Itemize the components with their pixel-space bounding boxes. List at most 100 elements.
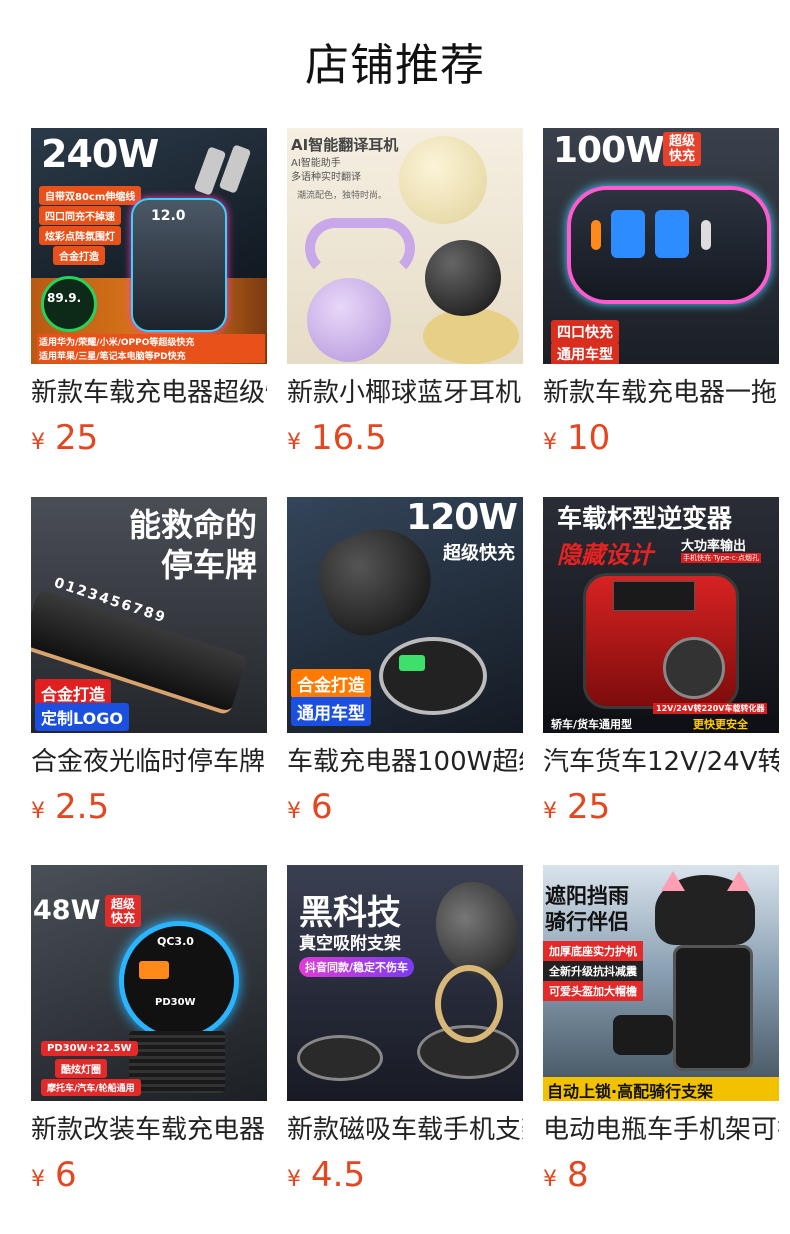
earbud-case-black — [425, 240, 501, 316]
charger-display: 12.0 — [151, 208, 186, 224]
ring-label: QC3.0 — [157, 935, 194, 948]
product-image-subhead: 隐藏设计 — [557, 541, 653, 569]
product-price: ¥ 8 — [543, 1155, 779, 1195]
product-name[interactable]: 新款车载充电器超级快充 — [31, 376, 267, 410]
product-card-socket-48w[interactable]: 48W 超级 快充 QC3.0 PD30W PD30W+22.5W 酷炫灯圈 摩… — [31, 865, 267, 1195]
product-image-headline: AI智能翻译耳机 — [291, 136, 399, 154]
product-card-charger-240w[interactable]: 240W 自带双80cm伸缩线 四口同充不掉速 炫彩点阵氛围灯 合金打造 89.… — [31, 128, 267, 458]
image-band: 12V/24V转220V车载转化器 — [653, 703, 768, 714]
product-image[interactable]: 48W 超级 快充 QC3.0 PD30W PD30W+22.5W 酷炫灯圈 摩… — [31, 865, 267, 1101]
product-image[interactable]: 遮阳挡雨 骑行伴侣 加厚底座实力护机 全新升级抗抖减震 可爱头盔加大帽檐 自动上… — [543, 865, 779, 1101]
product-image-headline: 黑科技 — [299, 893, 401, 933]
speed-badge: 超级 快充 — [105, 895, 142, 927]
page-title: 店铺推荐 — [305, 40, 485, 91]
product-image[interactable]: 能救命的 停车牌 0123456789 合金打造 定制LOGO — [31, 497, 267, 733]
store-recommendation-page: 店铺推荐 240W 自带双80cm伸缩线 四口同充不掉速 炫彩点阵氛围灯 合金打… — [0, 0, 790, 1234]
usb-port — [655, 210, 689, 258]
product-image[interactable]: AI智能翻译耳机 AI智能助手 多语种实时翻译 潮流配色，独特时尚。 — [287, 128, 523, 364]
product-name[interactable]: 电动电瓶车手机架可折 — [543, 1113, 779, 1147]
product-image-headline: 能救命的 停车牌 — [129, 505, 257, 585]
headline-line: 停车牌 — [160, 546, 257, 584]
product-card-earbuds[interactable]: AI智能翻译耳机 AI智能助手 多语种实时翻译 潮流配色，独特时尚。 新款小椰球… — [287, 128, 523, 458]
product-image-subhead: 真空吸附支架 — [299, 934, 401, 954]
earbud-case-cream — [399, 136, 487, 224]
image-tag: 加厚底座实力护机 — [543, 941, 643, 961]
mount-base — [297, 1035, 383, 1081]
price-value: 25 — [55, 418, 99, 458]
currency-symbol: ¥ — [287, 1167, 301, 1192]
product-name[interactable]: 汽车货车12V/24V转 — [543, 745, 779, 779]
product-image-headline: 120W — [406, 497, 518, 538]
image-tag: 定制LOGO — [35, 703, 129, 731]
image-tag: 自带双80cm伸缩线 — [39, 186, 142, 205]
price-value: 10 — [567, 418, 611, 458]
image-footer-line: 适用华为/荣耀/小米/OPPO等超级快充 — [37, 334, 265, 349]
ring-label: PD30W — [155, 997, 196, 1008]
product-image[interactable]: 240W 自带双80cm伸缩线 四口同充不掉速 炫彩点阵氛围灯 合金打造 89.… — [31, 128, 267, 364]
price-value: 2.5 — [55, 787, 110, 827]
product-image[interactable]: 100W 超级 快充 四口快充 通用车型 — [543, 128, 779, 364]
headline-line: 能救命的 — [128, 506, 257, 544]
product-name[interactable]: 新款磁吸车载手机支架 — [287, 1113, 523, 1147]
speed-badge: 超级 快充 — [663, 132, 702, 166]
product-image-headline: 48W — [33, 895, 101, 926]
cat-ear — [661, 871, 685, 891]
cat-ear — [727, 871, 751, 891]
image-footer-left: 轿车/货车通用型 — [551, 718, 633, 731]
image-side-text: 大功率输出 — [681, 539, 747, 554]
product-name[interactable]: 新款小椰球蓝牙耳机 — [287, 376, 523, 410]
image-caption: 潮流配色，独特时尚。 — [297, 191, 388, 201]
image-subline: AI智能助手 — [291, 158, 341, 169]
product-name[interactable]: 新款车载充电器一拖 — [543, 376, 779, 410]
image-footer-line: 适用苹果/三星/笔记本电脑等PD快充 — [37, 348, 265, 363]
price-value: 8 — [567, 1155, 589, 1195]
product-image-headline: 100W — [553, 130, 665, 171]
headline-line: 遮阳挡雨 — [545, 884, 629, 908]
product-price: ¥ 10 — [543, 418, 779, 458]
product-name[interactable]: 新款改装车载充电器 — [31, 1113, 267, 1147]
image-tag: 四口同充不掉速 — [39, 206, 121, 225]
currency-symbol: ¥ — [31, 430, 45, 455]
currency-symbol: ¥ — [543, 1167, 557, 1192]
product-image-headline: 240W — [41, 132, 159, 176]
image-side-small: 手机快充·Type-c·点烟孔 — [681, 553, 761, 563]
handlebar-switch — [613, 1015, 673, 1055]
price-value: 6 — [311, 787, 333, 827]
product-card-bike-phone-holder[interactable]: 遮阳挡雨 骑行伴侣 加厚底座实力护机 全新升级抗抖减震 可爱头盔加大帽檐 自动上… — [543, 865, 779, 1195]
usb-port — [139, 961, 169, 979]
product-price: ¥ 25 — [543, 787, 779, 827]
product-name[interactable]: 合金夜光临时停车牌 — [31, 745, 267, 779]
socket-thread — [129, 1031, 225, 1093]
image-tag: 摩托车/汽车/轮船通用 — [41, 1079, 141, 1096]
product-image[interactable]: 黑科技 真空吸附支架 抖音同款/稳定不伤车 — [287, 865, 523, 1101]
image-subline: 多语种实时翻译 — [291, 172, 361, 183]
product-price: ¥ 4.5 — [287, 1155, 523, 1195]
image-tag: 可爱头盔加大帽檐 — [543, 981, 643, 1001]
product-price: ¥ 25 — [31, 418, 267, 458]
product-card-charger-100w[interactable]: 100W 超级 快充 四口快充 通用车型 新款车载充电器一拖 ¥ 10 — [543, 128, 779, 458]
currency-symbol: ¥ — [543, 799, 557, 824]
image-tag: 合金打造 — [291, 669, 371, 698]
product-name[interactable]: 车载充电器100W超级 — [287, 745, 523, 779]
product-image[interactable]: 120W 超级快充 合金打造 通用车型 — [287, 497, 523, 733]
gold-pedestal — [423, 308, 519, 364]
usb-c-port — [591, 220, 601, 250]
product-card-parking-sign[interactable]: 能救命的 停车牌 0123456789 合金打造 定制LOGO 合金夜光临时停车… — [31, 497, 267, 827]
inverter-display — [613, 581, 695, 611]
product-card-inverter[interactable]: 车载杯型逆变器 隐藏设计 大功率输出 手机快充·Type-c·点烟孔 12V/2… — [543, 497, 779, 827]
usb-c-port — [701, 220, 711, 250]
product-card-mini-charger[interactable]: 120W 超级快充 合金打造 通用车型 车载充电器100W超级 ¥ 6 — [287, 497, 523, 827]
currency-symbol: ¥ — [287, 799, 301, 824]
product-image[interactable]: 车载杯型逆变器 隐藏设计 大功率输出 手机快充·Type-c·点烟孔 12V/2… — [543, 497, 779, 733]
badge-line: 超级 — [669, 134, 696, 149]
image-pill: 抖音同款/稳定不伤车 — [299, 957, 415, 977]
socket — [663, 637, 725, 699]
image-tag: 合金打造 — [53, 246, 105, 265]
product-price: ¥ 2.5 — [31, 787, 267, 827]
phone-clamp — [673, 945, 753, 1071]
product-price: ¥ 16.5 — [287, 418, 523, 458]
price-value: 25 — [567, 787, 611, 827]
image-tag: 四口快充 — [551, 320, 619, 344]
image-tag: PD30W+22.5W — [41, 1041, 138, 1056]
product-card-magnetic-mount[interactable]: 黑科技 真空吸附支架 抖音同款/稳定不伤车 新款磁吸车载手机支架 ¥ 4.5 — [287, 865, 523, 1195]
